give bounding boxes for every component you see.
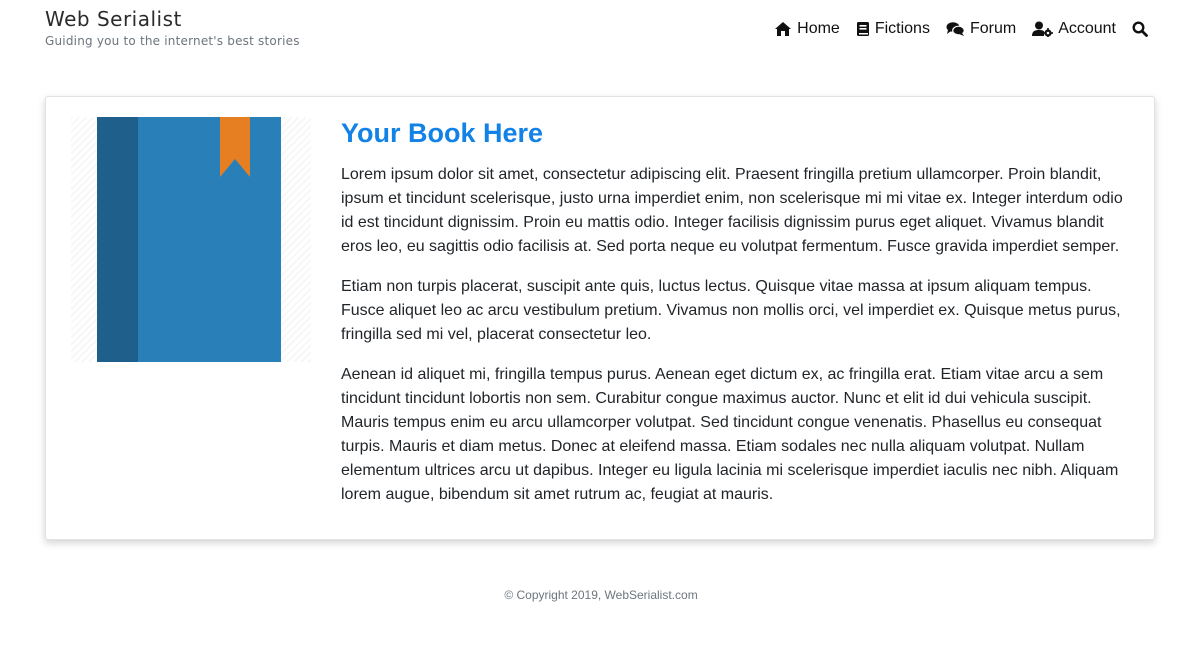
search-icon <box>1132 21 1148 37</box>
nav-label-home: Home <box>797 20 840 37</box>
user-cog-icon <box>1032 21 1054 37</box>
book-paragraph-2: Etiam non turpis placerat, suscipit ante… <box>341 278 1121 343</box>
book-cover[interactable] <box>71 117 311 362</box>
home-icon <box>774 21 792 37</box>
book-content: Your Book Here Lorem ipsum dolor sit ame… <box>341 115 1136 523</box>
book-title[interactable]: Your Book Here <box>341 115 1136 151</box>
site-tagline: Guiding you to the internet's best stori… <box>45 34 300 48</box>
book-icon <box>856 21 870 37</box>
main-nav: Home Fictions Forum Account <box>774 20 1148 38</box>
book-cover-illustration <box>97 117 281 362</box>
nav-item-fictions[interactable]: Fictions <box>856 20 930 38</box>
nav-item-home[interactable]: Home <box>774 20 840 38</box>
comments-icon <box>946 21 965 37</box>
brand[interactable]: Web Serialist Guiding you to the interne… <box>45 6 300 48</box>
cover-spine <box>97 117 138 362</box>
nav-label-account: Account <box>1058 20 1116 37</box>
header: Web Serialist Guiding you to the interne… <box>0 0 1202 60</box>
book-card: Your Book Here Lorem ipsum dolor sit ame… <box>45 96 1155 540</box>
book-paragraph-3: Aenean id aliquet mi, fringilla tempus p… <box>341 366 1119 503</box>
nav-label-fictions: Fictions <box>874 20 930 37</box>
nav-item-forum[interactable]: Forum <box>946 20 1016 38</box>
search-button[interactable] <box>1132 21 1148 37</box>
nav-item-account[interactable]: Account <box>1032 20 1116 38</box>
footer-copyright: © Copyright 2019, WebSerialist.com <box>504 588 698 602</box>
book-paragraph-1: Lorem ipsum dolor sit amet, consectetur … <box>341 166 1123 255</box>
nav-label-forum: Forum <box>969 20 1017 37</box>
site-title[interactable]: Web Serialist <box>45 6 300 32</box>
